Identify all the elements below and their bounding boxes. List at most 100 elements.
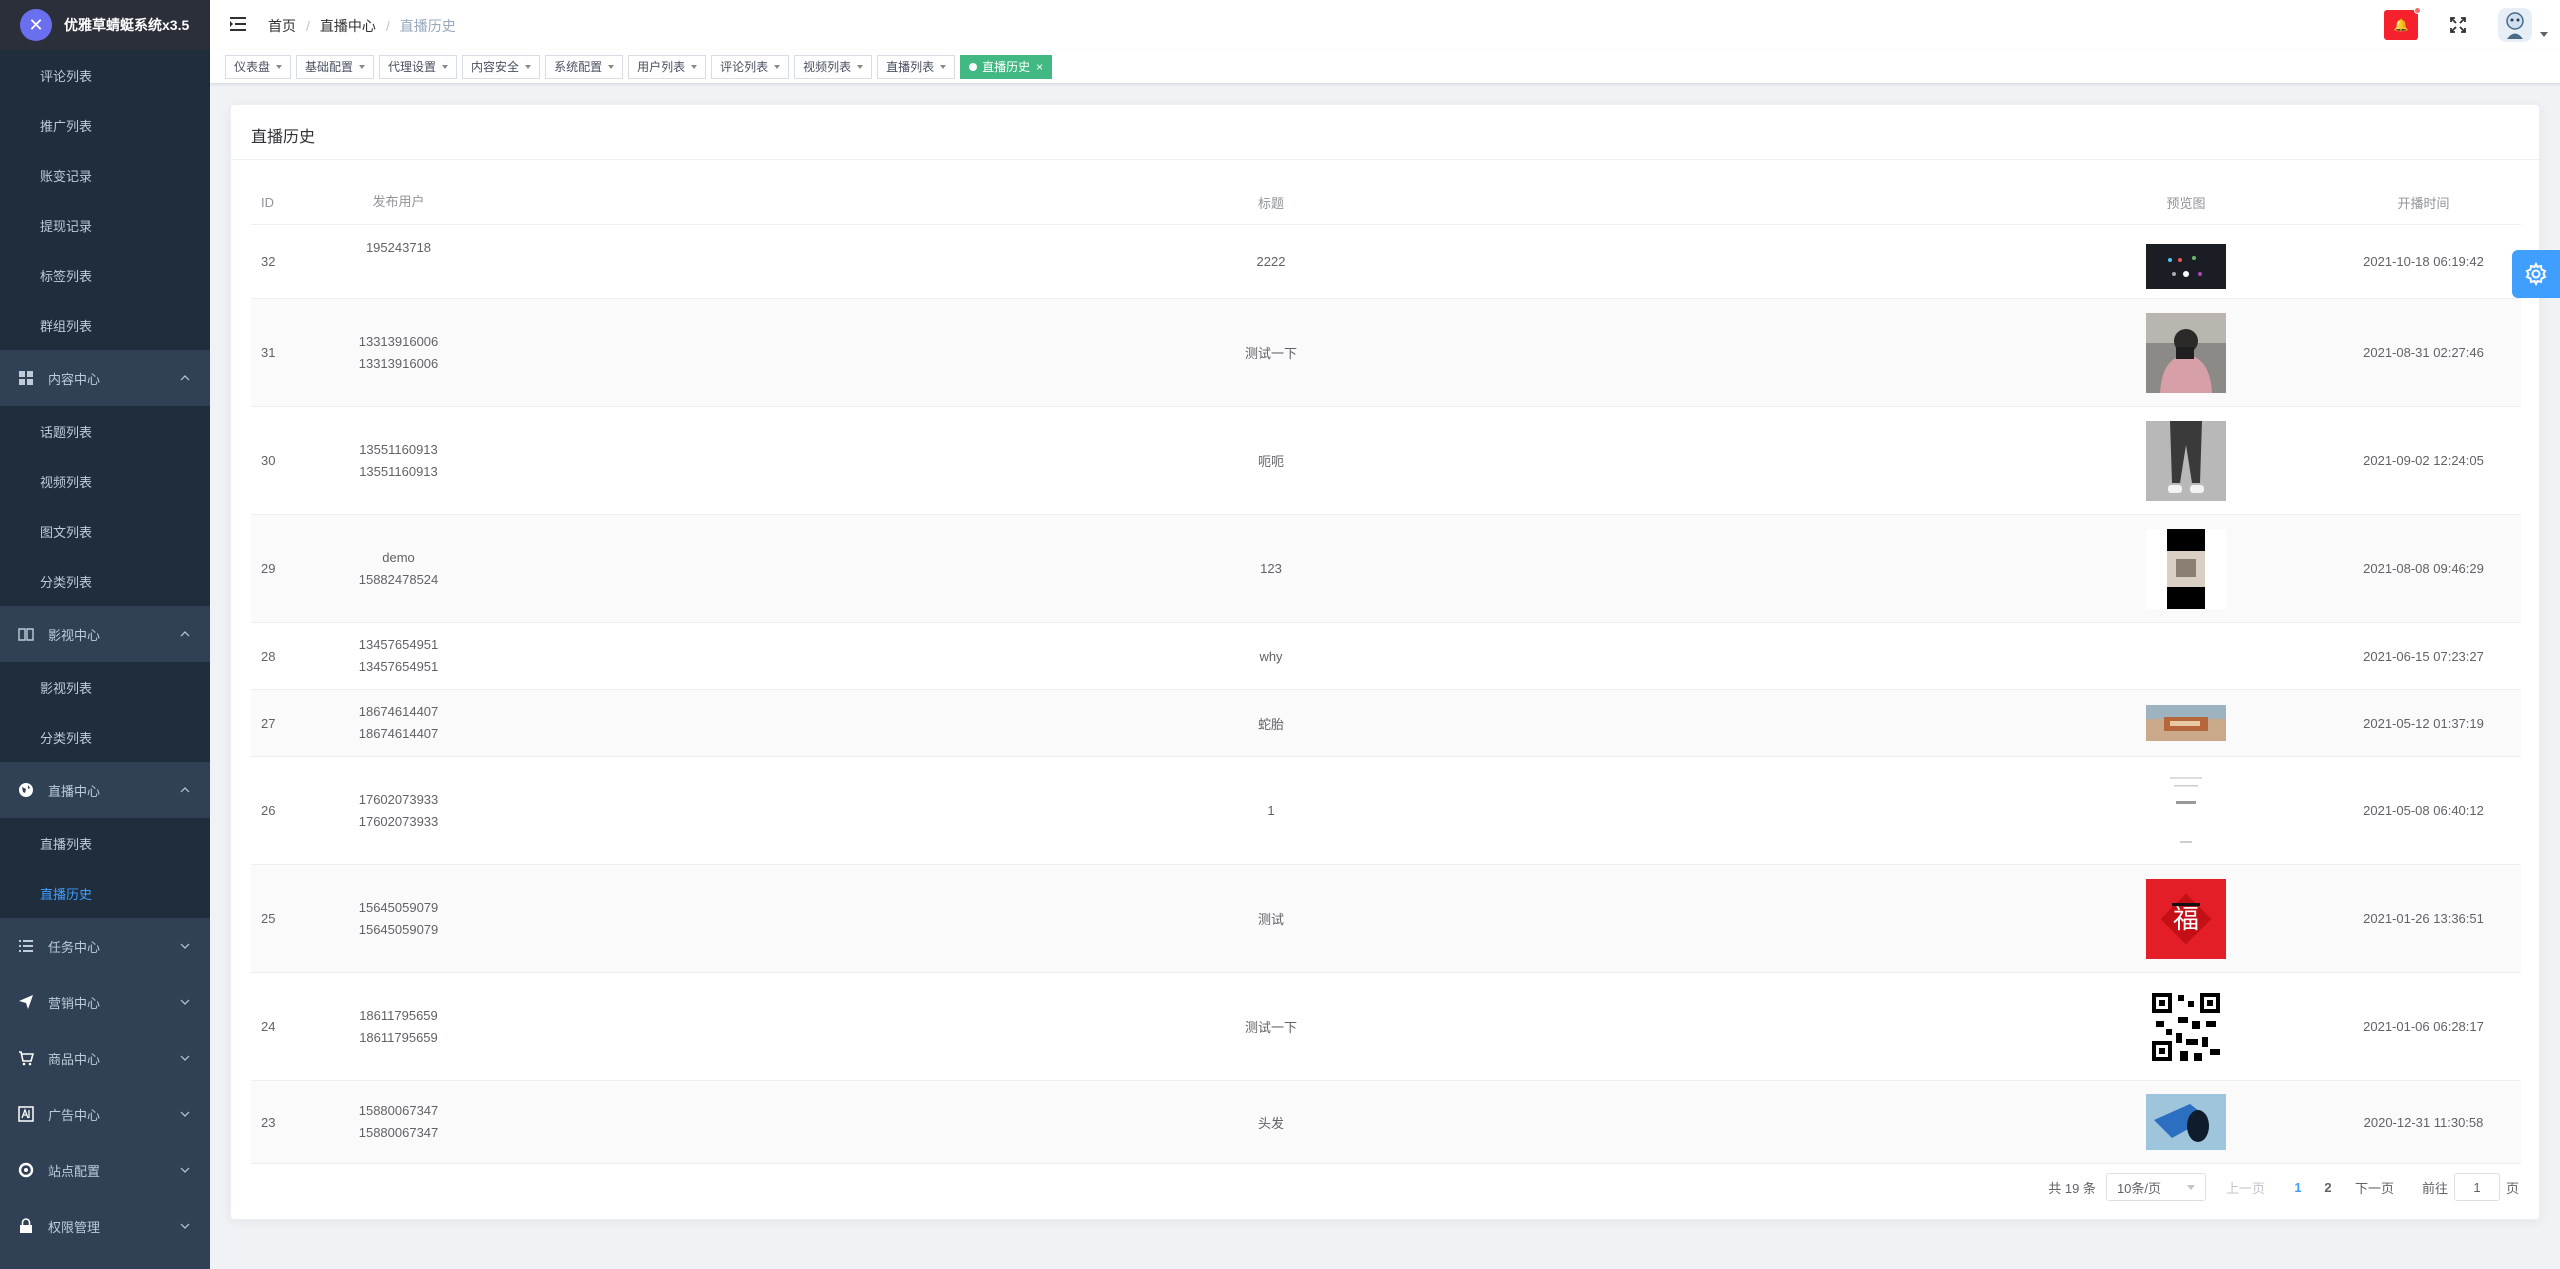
page-size-select[interactable]: 10条/页: [2105, 1173, 2206, 1201]
sidebar-item[interactable]: 直播历史: [0, 868, 210, 918]
tab-tag[interactable]: 视频列表: [794, 54, 873, 79]
tab-tag[interactable]: 评论列表: [711, 54, 790, 79]
sidebar-group-label: 内容中心: [48, 371, 101, 387]
tab-tag[interactable]: 用户列表: [628, 54, 707, 79]
breadcrumb: 首页 / 直播中心 / 直播历史: [268, 16, 456, 36]
tab-tag[interactable]: 直播列表: [877, 54, 956, 79]
preview-image[interactable]: [2146, 420, 2226, 501]
sidebar-group[interactable]: 广告中心: [0, 1086, 210, 1142]
next-page-button[interactable]: 下一页: [2355, 1178, 2394, 1197]
tab-tag-label: 评论列表: [720, 59, 769, 74]
tab-tag[interactable]: 直播历史 ×: [960, 54, 1053, 79]
table-row[interactable]: 30 13551160913 13551160913 呃呃 2021-09-02 12:…: [251, 407, 2521, 515]
sidebar-group[interactable]: 直播中心: [0, 762, 210, 818]
cell-user-line: 18611795659: [359, 1029, 438, 1045]
sidebar-group[interactable]: 权限管理: [0, 1198, 210, 1254]
sidebar-item[interactable]: 直播列表: [0, 818, 210, 868]
tab-tag[interactable]: 基础配置: [296, 54, 375, 79]
sidebar-group[interactable]: 内容中心: [0, 350, 210, 406]
table-row[interactable]: 23 15880067347 15880067347 头发 2020-12-31 11:…: [251, 1081, 2521, 1164]
jump-page-input[interactable]: [2453, 1173, 2500, 1201]
preview-image[interactable]: [2146, 986, 2226, 1067]
page-2-button[interactable]: 2: [2313, 1180, 2343, 1195]
svg-text:福: 福: [2173, 905, 2199, 935]
sidebar-group-label: 直播中心: [48, 783, 101, 799]
cell-time: 2021-10-18 06:19:42: [2363, 254, 2484, 269]
cart-icon: [18, 1050, 34, 1066]
sidebar-item[interactable]: 影视列表: [0, 662, 210, 712]
cell-preview: [2046, 683, 2326, 763]
tab-tag-label: 直播历史: [982, 59, 1031, 74]
sidebar-item[interactable]: 群组列表: [0, 300, 210, 350]
table-row[interactable]: 27 18674614407 18674614407 蛇胎 2021-05-12 01:…: [251, 690, 2521, 757]
chevron-down-icon: [180, 999, 190, 1005]
cell-preview: 福: [2046, 878, 2326, 959]
preview-image[interactable]: [2146, 1082, 2226, 1162]
sidebar-item[interactable]: 分类列表: [0, 556, 210, 606]
cell-user: 195243718: [301, 237, 496, 259]
prev-page-button[interactable]: 上一页: [2226, 1178, 2265, 1197]
table-row[interactable]: 28 13457654951 13457654951 why 2021-06-15 07…: [251, 623, 2521, 690]
cell-id: 30: [261, 453, 276, 468]
avatar-icon: [2506, 12, 2524, 39]
cell-time: 2021-05-08 06:40:12: [2363, 803, 2484, 818]
notification-button[interactable]: 🔔: [2384, 7, 2421, 40]
preview-image[interactable]: [2146, 312, 2226, 393]
cell-title: 测试一下: [1244, 1020, 1297, 1035]
preview-image[interactable]: [2146, 222, 2226, 302]
preview-image[interactable]: 福: [2146, 878, 2226, 959]
sidebar-item[interactable]: 分类列表: [0, 712, 210, 762]
cell-user-line: 17602073933: [358, 791, 439, 807]
cell-user-line: demo: [382, 549, 415, 565]
sidebar-item[interactable]: 提现记录: [0, 200, 210, 250]
close-icon[interactable]: ×: [1036, 56, 1043, 78]
sidebar-item[interactable]: 视频列表: [0, 456, 210, 506]
header-time: 开播时间: [2397, 195, 2450, 211]
sidebar-group-label: 商品中心: [48, 1051, 101, 1067]
sidebar-item[interactable]: 图文列表: [0, 506, 210, 556]
sidebar-group-label: 站点配置: [48, 1163, 101, 1179]
breadcrumb-separator: /: [306, 18, 310, 34]
sidebar-item[interactable]: 账变记录: [0, 150, 210, 200]
avatar-dropdown-caret[interactable]: [2540, 31, 2548, 37]
preview-image[interactable]: [2146, 683, 2226, 763]
sidebar-item[interactable]: 标签列表: [0, 250, 210, 300]
table-row[interactable]: 26 17602073933 17602073933 1 2021-05-08 06:4…: [251, 757, 2521, 865]
avatar[interactable]: [2498, 8, 2532, 42]
logo[interactable]: ✕ 优雅草蜻蜓系统x3.5: [0, 0, 210, 50]
table-row[interactable]: 32 195243718 2222 2021-10-18 06:19:42: [251, 225, 2521, 299]
tab-tag[interactable]: 代理设置: [379, 54, 458, 79]
breadcrumb-live-center[interactable]: 直播中心: [320, 16, 376, 36]
chevron-down-icon: [276, 64, 283, 69]
sidebar-group[interactable]: 影视中心: [0, 606, 210, 662]
preview-image[interactable]: [2146, 528, 2226, 609]
breadcrumb-home[interactable]: 首页: [268, 16, 296, 36]
fullscreen-icon[interactable]: [2448, 15, 2468, 35]
sidebar-item[interactable]: 话题列表: [0, 406, 210, 456]
sidebar-group[interactable]: 站点配置: [0, 1142, 210, 1198]
table-row[interactable]: 24 18611795659 18611795659 测试一下 2021-01-06 0…: [251, 973, 2521, 1081]
chevron-down-icon: [857, 64, 864, 69]
navbar-actions: 🔔: [2384, 0, 2548, 50]
settings-button[interactable]: [2512, 250, 2560, 298]
sidebar-group[interactable]: 营销中心: [0, 974, 210, 1030]
preview-image[interactable]: [2146, 770, 2226, 851]
table-row[interactable]: 31 13313916006 13313916006 测试一下 2021-08-31 0…: [251, 299, 2521, 407]
sidebar-item[interactable]: 评论列表: [0, 50, 210, 100]
sidebar-item[interactable]: 推广列表: [0, 100, 210, 150]
sidebar-group[interactable]: 任务中心: [0, 918, 210, 974]
grid-icon: [18, 370, 34, 386]
table-row[interactable]: 25 15645059079 15645059079 测试 福 2021-01-26 13…: [251, 865, 2521, 973]
tab-tag[interactable]: 仪表盘: [225, 54, 292, 79]
logo-icon: ✕: [20, 9, 52, 41]
page-1-button[interactable]: 1: [2283, 1180, 2313, 1195]
header-title: 标题: [1257, 195, 1284, 211]
sidebar-group[interactable]: 商品中心: [0, 1030, 210, 1086]
tab-tag[interactable]: 系统配置: [545, 54, 624, 79]
cell-title: 测试一下: [1244, 346, 1297, 361]
tab-tag[interactable]: 内容安全: [462, 54, 541, 79]
table-row[interactable]: 29 demo 15882478524 123 2021-08-08 09:46:29: [251, 515, 2521, 623]
cell-user: 18611795659 18611795659: [301, 1005, 496, 1049]
table-body: 32 195243718 2222 2021-10-18 06:19:42 31 1331…: [251, 225, 2521, 1164]
hamburger-icon[interactable]: [228, 14, 248, 34]
